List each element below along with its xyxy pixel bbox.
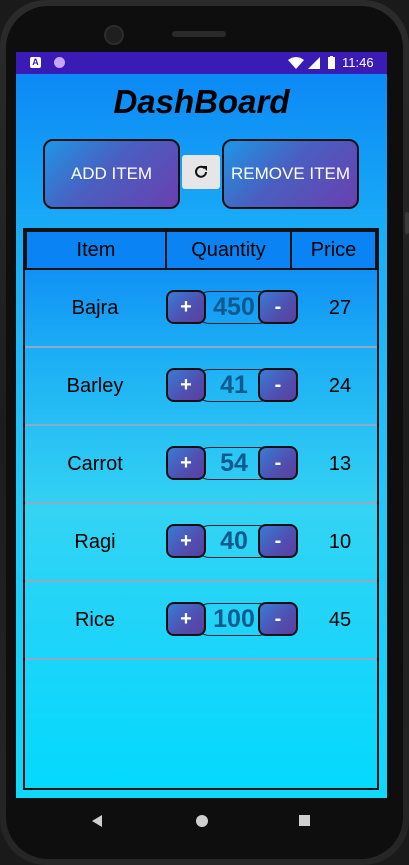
item-price: 13	[328, 452, 352, 475]
column-header-quantity: Quantity	[165, 230, 292, 270]
item-name: Rice	[74, 608, 115, 631]
inventory-table: Item Quantity Price Bajra 450 + - 27 Bar…	[23, 228, 379, 790]
increment-button[interactable]: +	[166, 524, 206, 558]
battery-icon	[328, 57, 335, 69]
item-price: 10	[328, 530, 352, 553]
refresh-icon	[195, 165, 207, 178]
increment-button[interactable]: +	[166, 368, 206, 402]
home-icon[interactable]	[196, 815, 208, 827]
front-camera	[104, 25, 124, 45]
status-icons	[288, 56, 335, 69]
quantity-stepper: 100 + -	[166, 601, 300, 639]
item-price: 27	[328, 296, 352, 319]
power-button	[405, 212, 409, 234]
table-row: Bajra 450 + - 27	[25, 270, 377, 348]
item-price: 45	[328, 608, 352, 631]
item-name: Carrot	[67, 452, 123, 475]
wifi-icon	[288, 57, 304, 69]
column-header-item: Item	[25, 230, 167, 270]
notification-dot-icon	[54, 57, 65, 68]
decrement-button[interactable]: -	[258, 446, 298, 480]
quantity-stepper: 450 + -	[166, 289, 300, 327]
page-title: DashBoard	[113, 83, 290, 120]
increment-button[interactable]: +	[166, 446, 206, 480]
recent-apps-icon[interactable]	[299, 815, 310, 826]
column-header-price: Price	[290, 230, 377, 270]
quantity-stepper: 40 + -	[166, 523, 300, 561]
item-name: Bajra	[71, 296, 119, 319]
signal-icon	[308, 57, 320, 69]
increment-button[interactable]: +	[166, 602, 206, 636]
refresh-button[interactable]	[182, 155, 220, 189]
table-header: Item Quantity Price	[25, 230, 377, 270]
back-icon[interactable]	[92, 815, 102, 827]
item-price: 24	[328, 374, 352, 397]
table-row: Carrot 54 + - 13	[25, 426, 377, 504]
status-time: 11:46	[342, 55, 374, 70]
decrement-button[interactable]: -	[258, 368, 298, 402]
remove-item-button[interactable]: REMOVE ITEM	[222, 139, 359, 209]
increment-button[interactable]: +	[166, 290, 206, 324]
status-bar: A 11:46	[16, 52, 387, 74]
quantity-stepper: 54 + -	[166, 445, 300, 483]
quantity-stepper: 41 + -	[166, 367, 300, 405]
item-name: Barley	[66, 374, 124, 397]
app-screen: A 11:46 DashBoard ADD ITEM REMOVE ITEM I…	[16, 52, 387, 798]
decrement-button[interactable]: -	[258, 290, 298, 324]
item-name: Ragi	[74, 530, 116, 553]
decrement-button[interactable]: -	[258, 524, 298, 558]
earpiece-speaker	[172, 31, 226, 37]
table-row: Barley 41 + - 24	[25, 348, 377, 426]
table-row: Rice 100 + - 45	[25, 582, 377, 660]
decrement-button[interactable]: -	[258, 602, 298, 636]
table-row: Ragi 40 + - 10	[25, 504, 377, 582]
add-item-button[interactable]: ADD ITEM	[43, 139, 180, 209]
system-nav-bar	[16, 798, 387, 846]
notification-a-icon: A	[30, 57, 41, 68]
